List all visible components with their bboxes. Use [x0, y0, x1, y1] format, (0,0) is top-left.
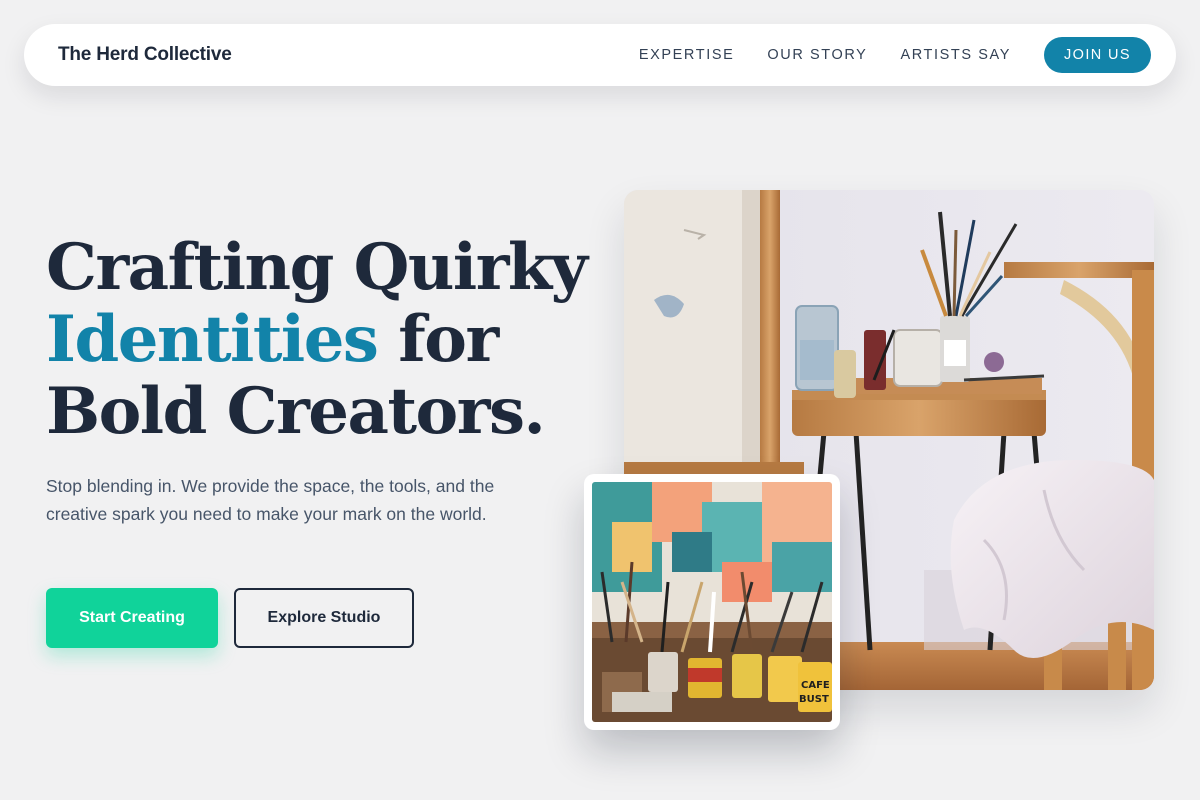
nav-link-artists-say[interactable]: ARTISTS SAY: [900, 47, 1011, 63]
hero-title-line-3: Bold Creators.: [46, 374, 546, 449]
hero-subtitle: Stop blending in. We provide the space, …: [46, 476, 495, 524]
hero-title-line-1: Crafting Quirky: [46, 230, 588, 305]
svg-text:BUST: BUST: [799, 694, 829, 705]
nav-link-our-story[interactable]: OUR STORY: [767, 47, 867, 63]
hero-title: Crafting Quirky Identities for Bold Crea…: [46, 232, 606, 448]
studio-inset-image: CAFE BUST: [592, 482, 832, 722]
join-us-button[interactable]: JOIN US: [1044, 37, 1151, 73]
top-navbar: The Herd Collective EXPERTISE OUR STORY …: [24, 24, 1176, 86]
studio-inset-image-frame: CAFE BUST: [584, 474, 840, 730]
explore-studio-button[interactable]: Explore Studio: [234, 588, 414, 648]
svg-text:CAFE: CAFE: [801, 680, 830, 691]
start-creating-button[interactable]: Start Creating: [46, 588, 218, 648]
nav-links: EXPERTISE OUR STORY ARTISTS SAY JOIN US: [639, 37, 1151, 73]
hero-title-accent: Identities: [46, 302, 379, 377]
nav-link-expertise[interactable]: EXPERTISE: [639, 47, 735, 63]
hero-title-line-2: Identities for: [46, 304, 606, 376]
hero-title-line-2-rest: for: [377, 302, 499, 377]
brand-logo[interactable]: The Herd Collective: [58, 44, 232, 66]
